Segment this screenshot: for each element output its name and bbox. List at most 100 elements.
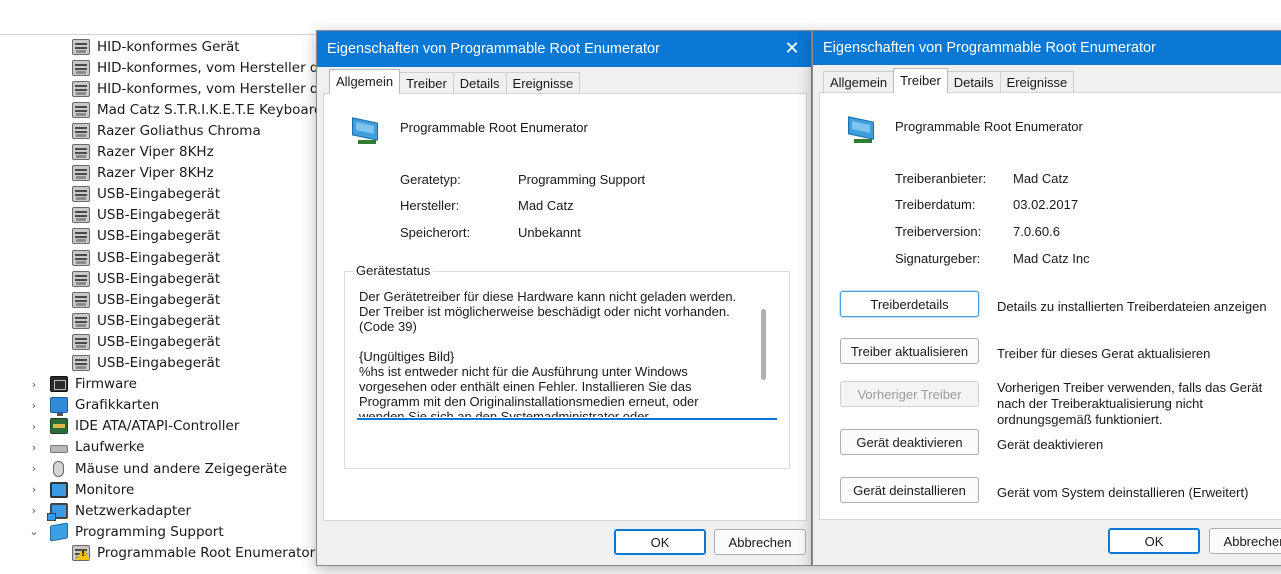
cancel-button[interactable]: Abbrechen [714,529,806,555]
hid-device-icon [72,101,90,118]
tree-device-item[interactable]: HID-konformes, vom Hersteller de [0,57,327,78]
uninstall-device-button[interactable]: Gerät deinstallieren [840,477,979,503]
dialog-titlebar[interactable]: Eigenschaften von Programmable Root Enum… [317,31,811,67]
tab-details[interactable]: Details [946,71,1001,93]
tab-treiber[interactable]: Treiber [893,68,948,93]
tree-device-item[interactable]: USB-Eingabegerät [0,331,220,352]
tree-item-label: USB-Eingabegerät [97,291,221,308]
tree-device-item[interactable]: USB-Eingabegerät [0,184,220,205]
dialog-titlebar[interactable]: Eigenschaften von Programmable Root Enum… [813,31,1281,65]
cancel-button[interactable]: Abbrechen [1209,528,1281,554]
tree-device-item[interactable]: Razer Goliathus Chroma [0,120,261,141]
hid-device-icon [72,228,90,245]
tree-category-item[interactable]: ⌄ Programming Support [0,521,224,542]
tree-device-item[interactable]: USB-Eingabegerät [0,205,220,226]
tree-category-item[interactable]: › Monitore [0,479,134,500]
device-type-value: Programming Support [518,172,646,187]
driver-date-value: 03.02.2017 [1013,197,1079,212]
tree-device-item[interactable]: Razer Viper 8KHz [0,163,214,184]
rollback-driver-button[interactable]: Vorheriger Treiber [840,381,979,407]
chevron-down-icon[interactable]: ⌄ [28,525,40,538]
tree-device-item[interactable]: Mad Catz S.T.R.I.K.E.T.E Keyboard [0,99,323,120]
driver-provider-label: Treiberanbieter: [895,171,987,186]
tree-item-label: Programmable Root Enumerator [97,544,316,561]
tree-item-label: Razer Goliathus Chroma [97,122,261,139]
chevron-right-icon[interactable]: › [28,441,40,454]
disable-device-button[interactable]: Gerät deaktivieren [840,429,979,455]
status-line: vorgesehen oder enthält einen Fehler. In… [359,379,692,394]
chevron-right-icon[interactable]: › [28,504,40,517]
hid-device-icon [72,207,90,224]
tree-device-item[interactable]: USB-Eingabegerät [0,353,220,374]
tab-strip: Allgemein Treiber Details Ereignisse [823,68,1075,93]
tree-item-label: Firmware [75,376,137,393]
dialog-title: Eigenschaften von Programmable Root Enum… [823,40,1156,56]
device-icon [350,117,380,146]
tree-category-item[interactable]: › Grafikkarten [0,395,160,417]
driver-version-value: 7.0.60.6 [1013,224,1060,239]
warning-device-icon [72,544,90,561]
properties-dialog-general: Eigenschaften von Programmable Root Enum… [316,30,812,566]
tab-ereignisse[interactable]: Ereignisse [505,72,581,94]
tree-category-item[interactable]: › Firmware [0,374,137,395]
tab-treiber[interactable]: Treiber [399,72,454,94]
tree-item-label: HID-konformes Gerät [97,38,240,55]
chevron-right-icon[interactable]: › [28,483,40,496]
driver-details-button[interactable]: Treiberdetails [840,291,979,317]
device-status-group: Gerätestatus Der Gerätetreiber für diese… [344,263,790,469]
tree-item-label: Grafikkarten [75,397,160,414]
tab-allgemein[interactable]: Allgemein [329,69,401,94]
status-scrollbar[interactable] [761,309,766,380]
tree-device-item[interactable]: USB-Eingabegerät [0,310,220,331]
tab-strip: Allgemein Treiber Details Ereignisse [329,69,581,94]
tree-item-label: Laufwerke [75,439,145,456]
chevron-right-icon[interactable]: › [28,462,40,475]
location-value: Unbekannt [518,225,581,240]
disable-device-description: Gerät deaktivieren [997,437,1104,452]
tree-device-item[interactable]: Programmable Root Enumerator [0,542,315,563]
tab-details[interactable]: Details [452,72,507,94]
programming-support-icon [50,522,68,542]
hid-device-icon [72,355,90,371]
chevron-right-icon[interactable]: › [28,378,40,391]
tree-device-item[interactable]: Razer Viper 8KHz [0,142,214,163]
tree-category-item[interactable]: › Laufwerke [0,437,145,458]
ide-controller-icon [50,418,68,435]
tree-item-label: Netzwerkadapter [75,502,192,519]
network-adapter-icon [47,502,68,521]
tree-category-item[interactable]: › IDE ATA/ATAPI-Controller [0,416,239,437]
tree-device-item[interactable]: USB-Eingabegerät [0,268,220,289]
hid-device-icon [72,312,90,329]
tab-allgemein[interactable]: Allgemein [823,71,895,93]
uninstall-device-description: Gerät vom System deinstallieren (Erweite… [997,485,1249,500]
ok-button[interactable]: OK [614,529,706,555]
tree-device-item[interactable]: HID-konformes Gerät [0,36,240,57]
update-driver-button[interactable]: Treiber aktualisieren [840,338,979,364]
tree-device-item[interactable]: USB-Eingabegerät [0,289,220,310]
rollback-driver-description-2: nach der Treiberaktualisierung nicht [997,396,1203,411]
hid-device-icon [72,122,90,139]
hid-device-icon [72,270,90,287]
chevron-right-icon[interactable]: › [28,399,40,412]
tree-item-label: USB-Eingabegerät [97,207,221,224]
tab-panel-driver: Programmable Root Enumerator Treiberanbi… [819,92,1281,520]
status-line: %hs ist entweder nicht für die Ausführun… [359,364,688,379]
chevron-right-icon[interactable]: › [28,420,40,433]
ok-button[interactable]: OK [1108,528,1200,554]
tree-item-label: Razer Viper 8KHz [97,144,214,160]
signer-label: Signaturgeber: [895,251,981,266]
tree-item-label: USB-Eingabegerät [97,186,221,203]
tree-device-item[interactable]: HID-konformes, vom Hersteller de [0,78,327,99]
rollback-driver-description-1: Vorherigen Treiber verwenden, falls das … [997,380,1263,395]
tree-category-item[interactable]: › Netzwerkadapter [0,500,191,521]
tree-device-item[interactable]: USB-Eingabegerät [0,247,220,268]
tree-item-label: Monitore [75,481,135,498]
hid-device-icon [72,291,90,308]
tree-device-item[interactable]: USB-Eingabegerät [0,226,220,247]
device-status-text[interactable]: Der Gerätetreiber für diese Hardware kan… [359,289,777,417]
tree-category-item[interactable]: › Mäuse und andere Zeigegeräte [0,458,287,479]
close-icon[interactable]: ✕ [783,39,801,57]
tab-ereignisse[interactable]: Ereignisse [999,71,1075,93]
tree-item-label: USB-Eingabegerät [97,270,221,287]
status-line: Programm mit den Originalinstallationsme… [359,394,699,409]
